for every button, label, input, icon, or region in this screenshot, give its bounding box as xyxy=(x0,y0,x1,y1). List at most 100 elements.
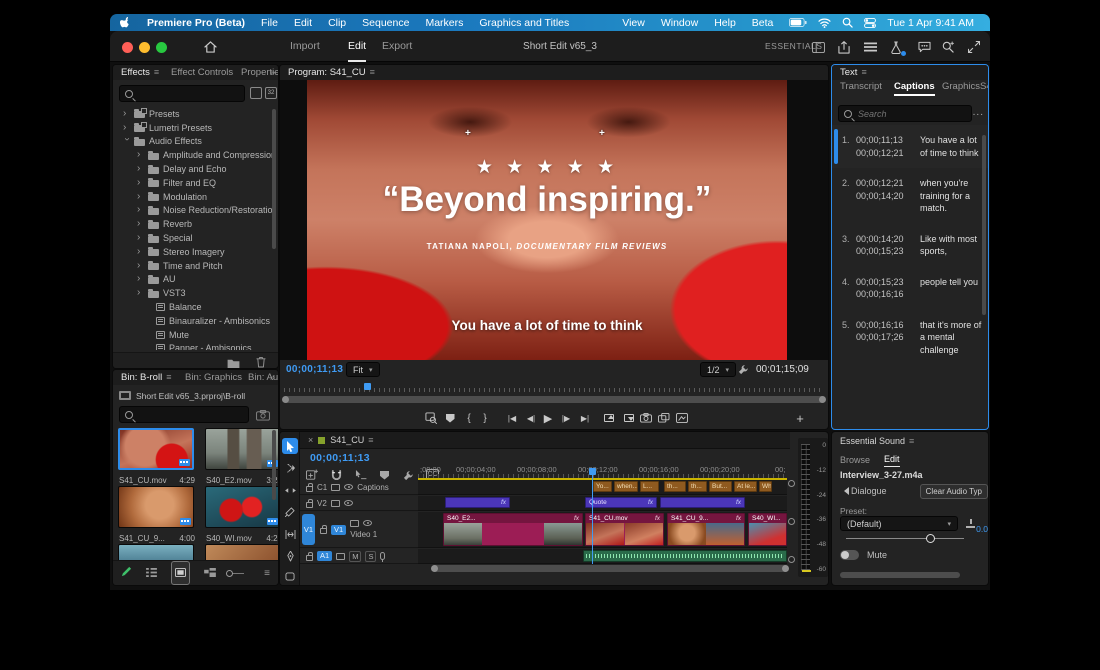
effects-tree-item[interactable]: › Binauralizer - Ambisonics xyxy=(113,314,272,328)
eye-visibility-icon[interactable] xyxy=(363,520,373,526)
timeline-horizontal-scrollbar[interactable] xyxy=(431,565,789,572)
tab-bin-graphics[interactable]: Bin: Graphics xyxy=(185,370,242,385)
menubar-item[interactable]: Sequence xyxy=(362,17,409,29)
gain-value[interactable]: 0.0 xyxy=(976,524,988,534)
track-output-icon[interactable] xyxy=(330,499,340,507)
graphics-clip[interactable]: Quote fx xyxy=(585,497,657,508)
thumbnail-view-icon[interactable] xyxy=(171,561,190,585)
effects-tree-item[interactable]: › Mute xyxy=(113,328,272,342)
bin-clip-item[interactable]: S41_CU.mov 4:29 xyxy=(118,428,196,485)
tab-transcript[interactable]: Transcript xyxy=(840,81,882,92)
caption-clip[interactable]: L... xyxy=(640,481,659,492)
export-frame-camera-icon[interactable] xyxy=(638,410,654,426)
caption-clip[interactable]: Wh xyxy=(759,481,772,492)
caption-row[interactable]: 1. 00;00;11;13 00;00;12;21 You have a lot… xyxy=(832,125,988,168)
effects-scrollbar[interactable] xyxy=(272,109,276,249)
spotlight-search-icon[interactable] xyxy=(842,17,854,28)
mode-tab-export[interactable]: Export xyxy=(382,31,412,62)
go-to-out-icon[interactable]: ▶| xyxy=(577,410,593,426)
caption-clip[interactable]: But... xyxy=(709,481,732,492)
caption-timecodes[interactable]: 00;00;15;23 00;00;16;16 xyxy=(856,276,916,301)
menubar-item[interactable]: Help xyxy=(714,17,736,29)
minimize-window-button[interactable] xyxy=(139,42,150,53)
effects-tree-item[interactable]: › Amplitude and Compression xyxy=(113,148,272,162)
chevron-icon[interactable]: › xyxy=(137,274,144,284)
solo-track-button[interactable]: S xyxy=(365,550,377,562)
playback-resolution-dropdown[interactable]: 1/2 ▾ xyxy=(700,362,737,377)
fullscreen-icon[interactable] xyxy=(966,39,982,55)
effects-tree-item[interactable]: › Time and Pitch xyxy=(113,259,272,273)
battery-icon[interactable] xyxy=(789,18,807,27)
menubar-item[interactable]: View xyxy=(622,17,645,29)
effects-tree-item[interactable]: › Delay and Echo xyxy=(113,162,272,176)
chevron-icon[interactable]: › xyxy=(137,233,144,243)
sort-menu-icon[interactable]: ≡ xyxy=(264,568,270,579)
chevron-icon[interactable]: › xyxy=(137,246,144,257)
tab-bin-broll[interactable]: Bin: B-roll ≡ xyxy=(121,370,171,385)
timeline-vertical-scrollbar[interactable] xyxy=(788,480,795,564)
list-view-icon[interactable] xyxy=(146,564,157,582)
track-target[interactable]: C1 xyxy=(317,483,327,492)
mark-in-icon[interactable]: { xyxy=(461,410,477,426)
ripple-edit-tool[interactable] xyxy=(282,482,298,498)
zoom-window-button[interactable] xyxy=(156,42,167,53)
chevron-icon[interactable]: › xyxy=(137,260,144,271)
gain-slider[interactable] xyxy=(846,534,964,543)
effects-search[interactable] xyxy=(119,85,245,102)
audio-meters[interactable]: 0 -12 -24 -36 -48 -60 xyxy=(798,438,828,577)
effects-tree-item[interactable]: › Balance xyxy=(113,300,272,314)
razor-tool[interactable] xyxy=(282,504,298,520)
caption-text[interactable]: that it's more of a mental challenge xyxy=(916,319,984,357)
quick-export-icon[interactable] xyxy=(862,39,878,55)
chevron-icon[interactable]: › xyxy=(122,138,133,145)
accelerated-effects-icon[interactable] xyxy=(250,87,262,99)
play-button[interactable]: ▶ xyxy=(540,410,556,426)
program-playhead[interactable] xyxy=(364,383,371,390)
caption-row[interactable]: 5. 00;00;16;16 00;00;17;26 that it's more… xyxy=(832,310,988,366)
search-icon[interactable] xyxy=(940,39,956,55)
video-clip[interactable]: S40_E2... fx xyxy=(443,513,583,546)
menubar-item[interactable]: Clip xyxy=(328,17,346,29)
timeline-timecode[interactable]: 00;00;11;13 xyxy=(310,452,370,464)
playhead-head[interactable] xyxy=(589,468,596,475)
clip-thumbnail[interactable] xyxy=(118,544,194,560)
step-forward-icon[interactable]: |▶ xyxy=(558,410,574,426)
lock-icon[interactable] xyxy=(306,498,313,508)
more-options-icon[interactable]: ... xyxy=(973,107,984,118)
program-monitor-title[interactable]: Program: S41_CU ≡ xyxy=(288,65,375,80)
clear-audio-type-button[interactable]: Clear Audio Typ xyxy=(919,483,988,499)
panel-menu-icon[interactable]: ≡ xyxy=(861,67,866,77)
track-output-icon[interactable] xyxy=(336,552,346,560)
chevron-icon[interactable]: › xyxy=(123,108,130,119)
mute-track-button[interactable]: M xyxy=(349,550,362,562)
bin-search[interactable] xyxy=(119,406,249,423)
mode-tab-import[interactable]: Import xyxy=(290,31,320,62)
share-icon[interactable] xyxy=(836,39,852,55)
chevron-icon[interactable]: › xyxy=(137,177,144,188)
lock-icon[interactable] xyxy=(320,525,327,534)
text-panel-title[interactable]: Text ≡ xyxy=(840,65,867,80)
voiceover-mic-icon[interactable] xyxy=(380,552,386,562)
v1-source-patch[interactable]: V1 xyxy=(302,514,315,545)
step-back-icon[interactable]: ◀| xyxy=(523,410,539,426)
graphics-clip[interactable]: fx xyxy=(660,497,745,508)
track-select-forward-tool[interactable] xyxy=(282,460,298,476)
tab-edit[interactable]: Edit xyxy=(884,454,900,467)
caption-row[interactable]: 3. 00;00;14;20 00;00;15;23 Like with most… xyxy=(832,224,988,267)
lift-icon[interactable] xyxy=(601,410,617,426)
beta-feedback-beaker-icon[interactable] xyxy=(888,39,906,56)
close-sequence-icon[interactable]: × xyxy=(308,435,313,445)
comparison-view-icon[interactable] xyxy=(423,410,439,426)
caption-clip[interactable]: At le... xyxy=(734,481,757,492)
in-out-filter-icon[interactable] xyxy=(256,408,270,426)
bin-clip-item[interactable]: S40_WI.mov 4:21 xyxy=(205,486,278,543)
clip-thumbnail[interactable] xyxy=(205,428,278,470)
audio-clip[interactable] xyxy=(583,550,787,562)
overlay-caption[interactable]: You have a lot of time to think xyxy=(307,318,787,333)
effects-tree-item[interactable]: › Noise Reduction/Restoration xyxy=(113,204,272,218)
mute-toggle[interactable] xyxy=(840,550,859,560)
zoom-fit-dropdown[interactable]: Fit ▾ xyxy=(346,362,380,377)
video-frame[interactable]: + + ★ ★ ★ ★ ★ “Beyond inspiring.” TATIAN… xyxy=(307,80,787,360)
video-clip[interactable]: S41_CU_9... fx xyxy=(667,513,745,546)
bin-search-input[interactable] xyxy=(137,408,243,421)
